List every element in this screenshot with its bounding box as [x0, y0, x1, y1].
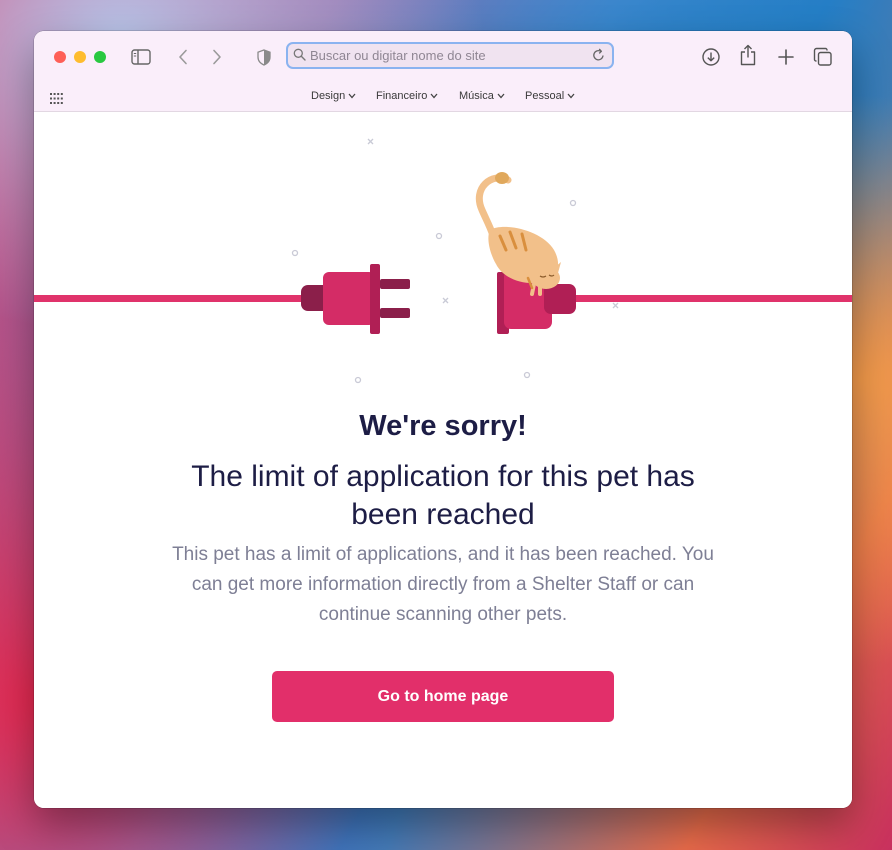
go-home-button[interactable]: Go to home page [272, 671, 614, 722]
minimize-window-button[interactable] [74, 51, 86, 63]
cat-icon [475, 172, 561, 296]
page-description: This pet has a limit of applications, an… [172, 544, 714, 625]
address-input[interactable] [310, 46, 580, 65]
sparkle-icon [291, 138, 619, 384]
chevron-down-icon [497, 93, 505, 99]
zoom-window-button[interactable] [94, 51, 106, 63]
favorites-bar: Design Financeiro Música Pessoal [34, 83, 852, 112]
chevron-down-icon [430, 93, 438, 99]
close-window-button[interactable] [54, 51, 66, 63]
search-icon [293, 48, 306, 66]
back-icon[interactable] [173, 47, 193, 67]
chevron-down-icon [348, 93, 356, 99]
sidebar-toggle-icon[interactable] [131, 47, 151, 67]
apps-grid-icon[interactable] [50, 91, 63, 109]
favorite-label: Financeiro [376, 90, 428, 102]
page-content: We're sorry! The limit of application fo… [34, 112, 852, 808]
favorite-label: Design [311, 90, 346, 102]
page-title: We're sorry! [359, 410, 527, 442]
browser-window: Design Financeiro Música Pessoal [34, 31, 852, 808]
favorite-financeiro[interactable]: Financeiro [376, 90, 438, 102]
favorite-label: Música [459, 90, 494, 102]
share-icon[interactable] [738, 44, 758, 66]
chevron-down-icon [567, 93, 575, 99]
new-tab-icon[interactable] [776, 47, 796, 67]
reload-icon[interactable] [592, 48, 605, 67]
favorite-musica[interactable]: Música [459, 90, 505, 102]
privacy-shield-icon[interactable] [254, 47, 274, 67]
browser-toolbar [34, 31, 852, 83]
tab-overview-icon[interactable] [813, 47, 833, 67]
left-plug-icon [34, 264, 410, 334]
address-bar[interactable] [286, 42, 614, 69]
page-subtitle: The limit of application for this pet ha… [191, 460, 695, 531]
unplugged-cable-illustration [34, 138, 852, 384]
favorite-pessoal[interactable]: Pessoal [525, 90, 575, 102]
downloads-icon[interactable] [701, 47, 721, 67]
forward-icon[interactable] [207, 47, 227, 67]
favorite-design[interactable]: Design [311, 90, 356, 102]
favorite-label: Pessoal [525, 90, 565, 102]
